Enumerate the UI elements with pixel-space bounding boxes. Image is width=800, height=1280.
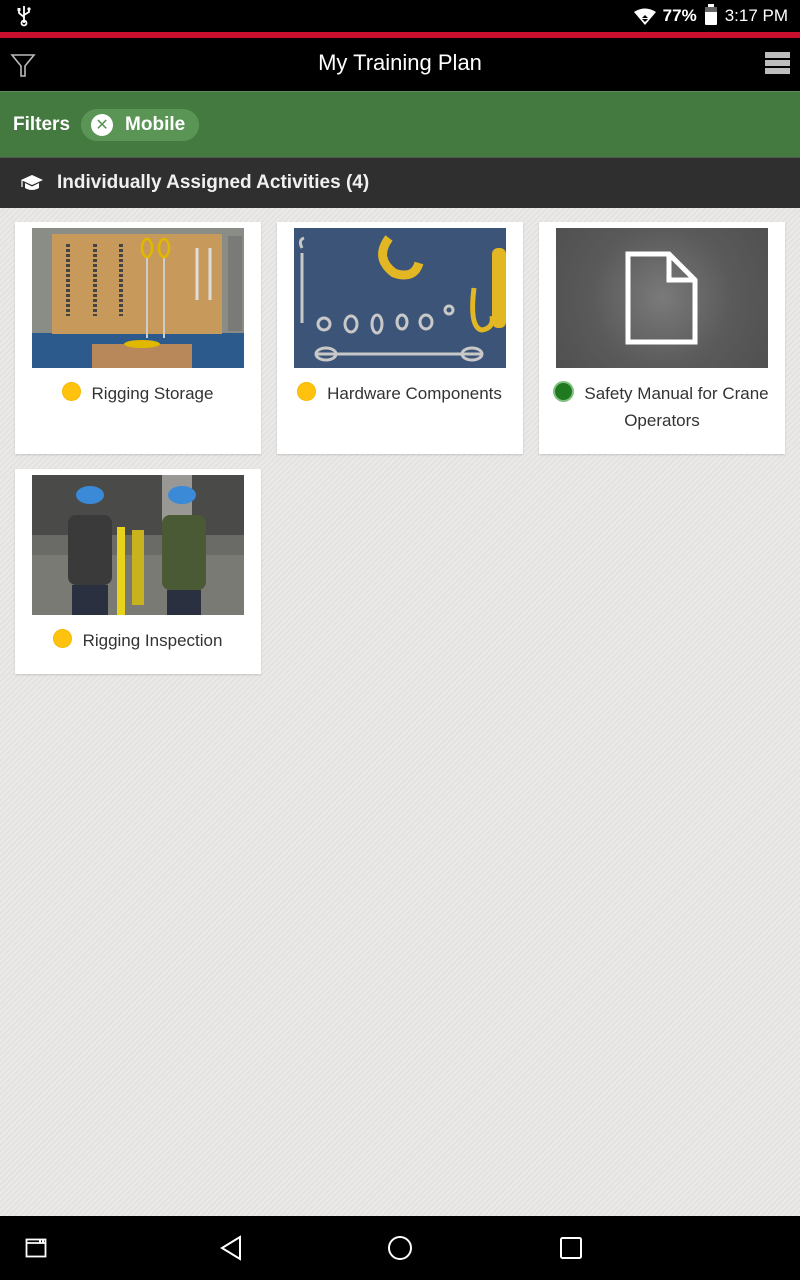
activity-card-hardware-components[interactable]: Hardware Components (277, 222, 523, 454)
recents-icon[interactable] (559, 1236, 583, 1265)
document-icon (625, 251, 698, 345)
section-title: Individually Assigned Activities (4) (57, 172, 370, 193)
graduation-cap-icon (20, 174, 44, 192)
battery-percent: 77% (662, 6, 697, 25)
filter-chip-mobile[interactable]: ✕ Mobile (81, 108, 200, 141)
activity-card-safety-manual[interactable]: Safety Manual for Crane Operators (539, 222, 785, 454)
hardware-components-image (294, 228, 506, 368)
menu-icon[interactable] (765, 52, 790, 76)
activity-title: Rigging Inspection (82, 631, 223, 650)
usb-icon (16, 5, 32, 33)
rigging-storage-image (32, 228, 244, 368)
status-in-progress-icon (298, 383, 316, 400)
back-icon[interactable] (219, 1235, 243, 1266)
status-completed-icon (555, 383, 573, 400)
home-icon[interactable] (387, 1235, 413, 1266)
activity-title: Safety Manual for Crane Operators (584, 384, 769, 430)
rigging-inspection-image (32, 475, 244, 615)
app-bar: My Training Plan (0, 38, 800, 91)
activity-title: Rigging Storage (91, 384, 214, 403)
status-in-progress-icon (62, 383, 80, 400)
screenshot-icon[interactable] (25, 1238, 47, 1263)
activity-grid: Rigging Storage Hardware Components Safe… (0, 208, 800, 1216)
activity-card-rigging-inspection[interactable]: Rigging Inspection (15, 469, 261, 674)
clock: 3:17 PM (724, 6, 788, 25)
status-in-progress-icon (53, 630, 71, 647)
status-bar: 77% 3:17 PM (0, 0, 800, 32)
system-nav-bar (0, 1216, 800, 1280)
filters-label: Filters (13, 113, 71, 135)
activity-title: Hardware Components (327, 384, 502, 403)
activity-card-rigging-storage[interactable]: Rigging Storage (15, 222, 261, 454)
section-header[interactable]: Individually Assigned Activities (4) (0, 157, 800, 208)
battery-charging-icon (704, 4, 717, 25)
page-title: My Training Plan (318, 50, 482, 75)
document-thumbnail (556, 228, 768, 368)
filters-bar: Filters ✕ Mobile (0, 91, 800, 157)
remove-icon[interactable]: ✕ (91, 113, 114, 136)
wifi-icon (633, 8, 656, 25)
filter-chip-label: Mobile (125, 113, 186, 135)
